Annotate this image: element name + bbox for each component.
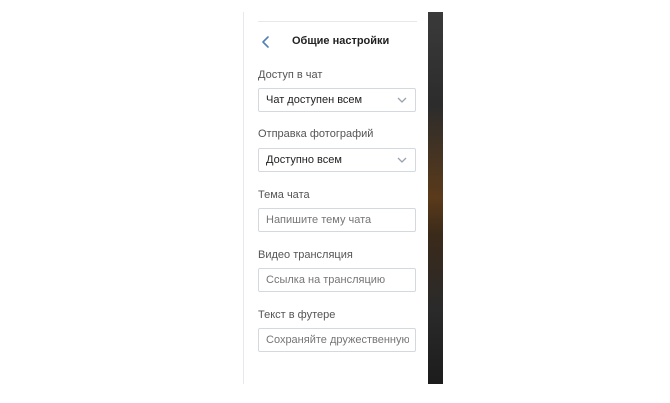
- chevron-down-icon: [397, 157, 407, 164]
- photo-sending-value: Доступно всем: [266, 154, 342, 166]
- page-title: Общие настройки: [292, 35, 390, 47]
- photo-sending-label: Отправка фотографий: [258, 128, 374, 140]
- video-stream-input[interactable]: [258, 268, 416, 292]
- footer-text-label: Текст в футере: [258, 309, 336, 321]
- chevron-left-icon: [258, 34, 274, 50]
- chat-access-select[interactable]: Чат доступен всем: [258, 88, 416, 112]
- back-button[interactable]: [258, 34, 274, 50]
- background-image-strip: [428, 12, 443, 384]
- chat-topic-label: Тема чата: [258, 189, 310, 201]
- chevron-down-icon: [397, 97, 407, 104]
- settings-panel: Общие настройки Доступ в чат Чат доступе…: [243, 12, 429, 384]
- footer-text-input[interactable]: [258, 328, 416, 352]
- photo-sending-select[interactable]: Доступно всем: [258, 148, 416, 172]
- divider: [258, 21, 417, 22]
- video-stream-label: Видео трансляция: [258, 249, 353, 261]
- chat-access-label: Доступ в чат: [258, 69, 323, 81]
- chat-access-value: Чат доступен всем: [266, 94, 363, 106]
- chat-topic-input[interactable]: [258, 208, 416, 232]
